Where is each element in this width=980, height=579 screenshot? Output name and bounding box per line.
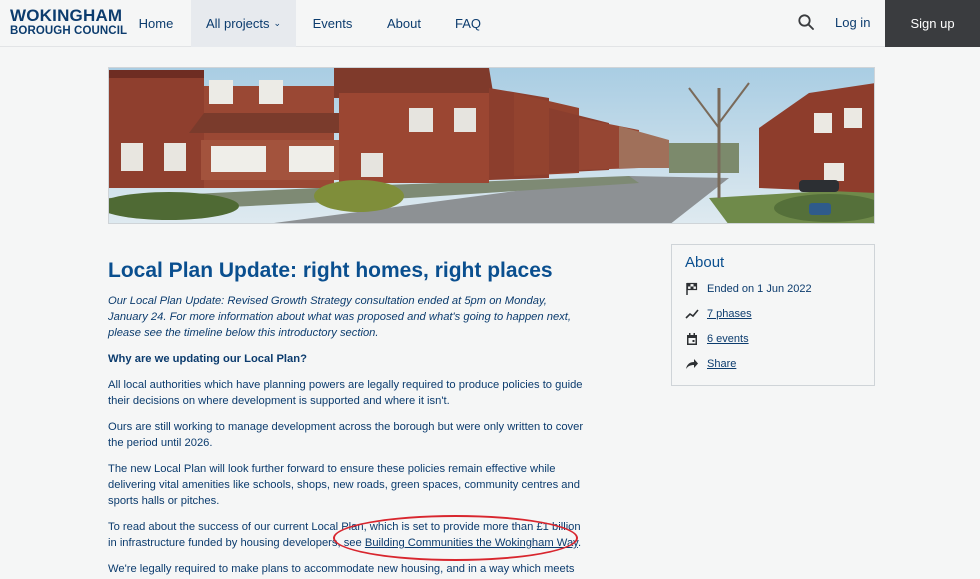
events-link[interactable]: 6 events: [707, 333, 749, 345]
housing-street-illustration: [109, 68, 874, 223]
share-link[interactable]: Share: [707, 358, 736, 370]
paragraph-4-end: .: [577, 537, 582, 549]
annotation-circle: [333, 515, 578, 561]
page-title: Local Plan Update: right homes, right pl…: [108, 259, 553, 282]
logo-line-1: WOKINGHAM: [10, 6, 123, 25]
nav-about[interactable]: About: [380, 0, 428, 47]
intro-paragraph: Our Local Plan Update: Revised Growth St…: [108, 295, 571, 339]
section-question: Why are we updating our Local Plan?: [108, 353, 307, 365]
top-navigation-bar: WOKINGHAM BOROUGH COUNCIL Home All proje…: [0, 0, 980, 47]
hero-image-housing-street: [108, 67, 875, 224]
ended-date: Ended on 1 Jun 2022: [707, 283, 812, 295]
phases-row[interactable]: 7 phases: [685, 306, 752, 322]
signup-button[interactable]: Sign up: [885, 0, 980, 47]
about-title: About: [685, 254, 725, 271]
nav-all-projects[interactable]: All projects ⌄: [191, 0, 296, 47]
calendar-icon: [687, 333, 697, 345]
paragraph-5: We're legally required to make plans to …: [108, 563, 575, 575]
paragraph-2: Ours are still working to manage develop…: [108, 421, 584, 449]
about-panel: About Ended on 1 Jun 2022 7 phases 6 eve…: [671, 244, 875, 386]
ended-row: Ended on 1 Jun 2022: [685, 281, 812, 297]
paragraph-1: All local authorities which have plannin…: [108, 379, 583, 407]
phases-link[interactable]: 7 phases: [707, 308, 752, 320]
council-logo[interactable]: WOKINGHAM BOROUGH COUNCIL: [10, 7, 127, 38]
nav-events[interactable]: Events: [305, 0, 360, 47]
login-link[interactable]: Log in: [835, 15, 870, 30]
trend-line-icon: [685, 309, 699, 319]
paragraph-3: The new Local Plan will look further for…: [108, 463, 580, 507]
share-arrow-icon: [686, 359, 698, 369]
nav-all-projects-label: All projects: [205, 16, 270, 31]
flag-icon: [686, 282, 698, 295]
logo-line-2: BOROUGH COUNCIL: [10, 25, 128, 37]
nav-home[interactable]: Home: [125, 0, 187, 47]
nav-faq[interactable]: FAQ: [448, 0, 488, 47]
chevron-down-icon: ⌄: [273, 18, 282, 28]
share-row[interactable]: Share: [685, 356, 736, 372]
search-icon[interactable]: [797, 13, 815, 31]
events-row[interactable]: 6 events: [685, 331, 749, 347]
